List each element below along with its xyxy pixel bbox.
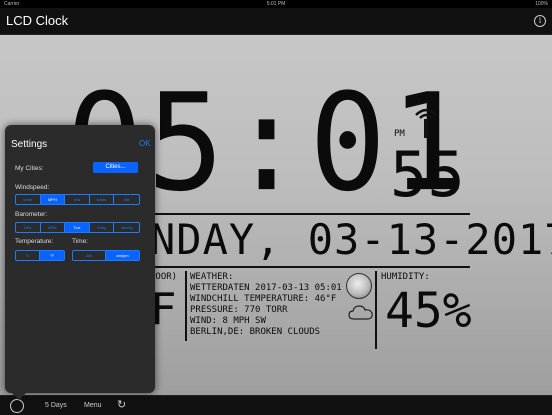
barometer-option[interactable]: hPa bbox=[16, 223, 41, 232]
nav-bar: LCD Clock i bbox=[0, 8, 552, 35]
humidity-value: 45% bbox=[385, 283, 472, 339]
settings-popover: Settings OK My Cities: Cities... Windspe… bbox=[5, 125, 155, 393]
cities-button[interactable]: Cities... bbox=[93, 162, 138, 173]
weather-line: WINDCHILL TEMPERATURE: 46°F bbox=[190, 294, 337, 304]
weather-line: WIND: 8 MPH SW bbox=[190, 316, 266, 326]
weather-info: WEATHER: WETTERDATEN 2017-03-13 05:01 WI… bbox=[190, 272, 342, 338]
status-bar: Carrier 5:01 PM 100% bbox=[0, 0, 552, 8]
divider bbox=[185, 271, 187, 341]
time-format-segmented-control[interactable]: 24h am/pm bbox=[72, 250, 140, 261]
cloud-icon bbox=[348, 305, 373, 320]
weather-line: BERLIN,DE: BROKEN CLOUDS bbox=[190, 327, 321, 337]
weather-line: WETTERDATEN 2017-03-13 05:01 bbox=[190, 283, 342, 293]
barometer-option[interactable]: Torr bbox=[65, 223, 90, 232]
weather-line: PRESSURE: 770 TORR bbox=[190, 305, 288, 315]
barometer-segmented-control[interactable]: hPa MPa Torr inHg mmHg bbox=[15, 222, 140, 233]
windspeed-option[interactable]: km/h bbox=[16, 195, 41, 204]
five-days-button[interactable]: 5 Days bbox=[45, 402, 67, 409]
time-label: Time: bbox=[72, 238, 89, 245]
divider bbox=[150, 266, 470, 268]
clock-seconds: 55 bbox=[390, 138, 465, 211]
battery-label: 100% bbox=[535, 1, 548, 7]
windspeed-segmented-control[interactable]: km/h MPH m/s knots Bft bbox=[15, 194, 140, 205]
time-format-option[interactable]: 24h bbox=[73, 251, 106, 260]
info-icon[interactable]: i bbox=[534, 15, 546, 27]
windspeed-option[interactable]: knots bbox=[90, 195, 115, 204]
menu-button[interactable]: Menu bbox=[84, 402, 102, 409]
app-title: LCD Clock bbox=[6, 13, 69, 28]
barometer-option[interactable]: mmHg bbox=[114, 223, 139, 232]
clock-settings-icon[interactable] bbox=[10, 399, 24, 413]
temperature-label: Temperature: bbox=[15, 238, 54, 245]
barometer-label: Barometer: bbox=[15, 211, 48, 218]
windspeed-label: Windspeed: bbox=[15, 184, 50, 191]
windspeed-option[interactable]: m/s bbox=[65, 195, 90, 204]
my-cities-label: My Cities: bbox=[15, 165, 44, 172]
weather-line: WEATHER: bbox=[190, 272, 234, 282]
windspeed-option[interactable]: Bft bbox=[114, 195, 139, 204]
windspeed-option[interactable]: MPH bbox=[40, 195, 66, 204]
temperature-segmented-control[interactable]: °C °F bbox=[15, 250, 65, 261]
clock-date: NDAY, 03-13-2017 bbox=[150, 215, 552, 264]
barometer-option[interactable]: MPa bbox=[41, 223, 66, 232]
temperature-option[interactable]: °F bbox=[40, 251, 64, 260]
radio-signal-icon bbox=[415, 108, 437, 138]
barometer-option[interactable]: inHg bbox=[90, 223, 115, 232]
refresh-icon[interactable]: ↻ bbox=[117, 398, 126, 411]
ok-button[interactable]: OK bbox=[139, 139, 151, 148]
tab-bar: 5 Days Menu ↻ bbox=[0, 395, 552, 415]
time-format-option[interactable]: am/pm bbox=[106, 251, 139, 260]
moon-icon bbox=[346, 273, 372, 299]
humidity-label: HUMIDITY: bbox=[381, 272, 430, 282]
divider bbox=[375, 271, 377, 349]
status-time: 5:01 PM bbox=[266, 1, 286, 7]
settings-title: Settings bbox=[11, 139, 48, 150]
temperature-option[interactable]: °C bbox=[16, 251, 40, 260]
